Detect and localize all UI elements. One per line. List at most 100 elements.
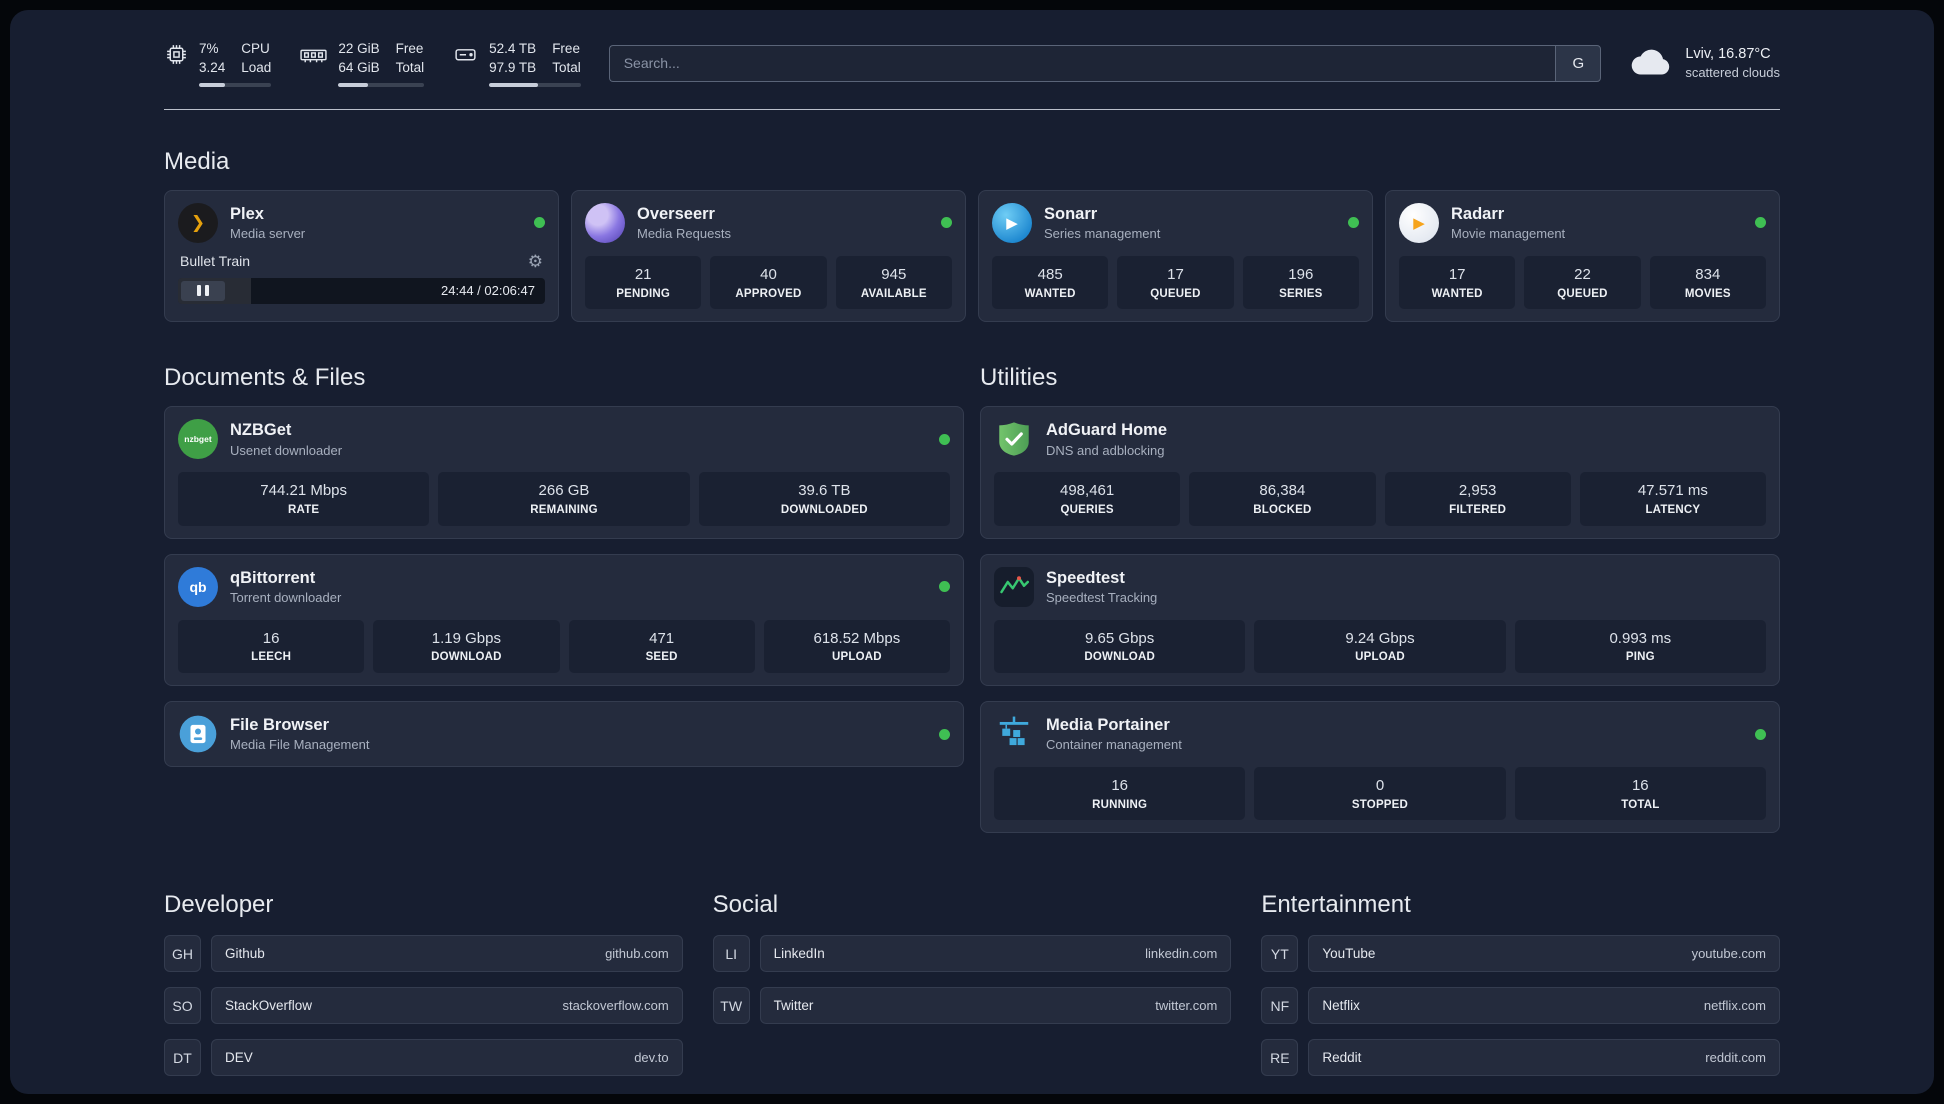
app-subtitle: Speedtest Tracking — [1046, 589, 1158, 605]
cpu-widget: 7% 3.24 CPU Load — [164, 40, 272, 87]
bookmark-row-github: GH Github github.com — [164, 935, 683, 973]
app-name: Plex — [230, 204, 264, 223]
stat-tile: 9.24 Gbps UPLOAD — [1254, 619, 1506, 674]
disk-free-value: 52.4 TB — [489, 41, 537, 56]
app-card-nzbget[interactable]: nzbget NZBGet Usenet downloader 744.21 M… — [164, 406, 964, 539]
stat-tile: 485 WANTED — [992, 255, 1109, 310]
bookmark-link-dev[interactable]: DEV dev.to — [211, 1039, 683, 1077]
search-bar: G — [608, 44, 1602, 82]
app-subtitle: Usenet downloader — [230, 442, 343, 458]
section-title-media: Media — [164, 147, 230, 175]
bookmark-link-netflix[interactable]: Netflix netflix.com — [1308, 987, 1780, 1025]
twitter-icon[interactable]: TW — [712, 987, 750, 1025]
app-card-overseerr[interactable]: Overseerr Media Requests 21 PENDING 40 A… — [571, 189, 966, 323]
app-card-plex[interactable]: ❯ Plex Media server Bullet Train ⚙ 24:44… — [164, 189, 559, 323]
pause-button[interactable] — [181, 280, 225, 301]
app-subtitle: Media Requests — [637, 226, 731, 242]
weather-condition: scattered clouds — [1685, 65, 1780, 81]
stat-tile: 0.993 ms PING — [1514, 619, 1766, 674]
stat-tile: 40 APPROVED — [710, 255, 827, 310]
now-playing-title: Bullet Train — [180, 253, 251, 270]
bookmark-link-github[interactable]: Github github.com — [211, 935, 683, 973]
stat-tile: 21 PENDING — [585, 255, 702, 310]
section-title-utilities: Utilities — [980, 364, 1058, 392]
ram-widget: 22 GiB 64 GiB Free Total — [299, 40, 425, 87]
search-input[interactable] — [608, 44, 1556, 82]
stat-tile: 834 MOVIES — [1649, 255, 1766, 310]
app-card-speedtest[interactable]: Speedtest Speedtest Tracking 9.65 Gbps D… — [980, 553, 1780, 687]
bookmark-row-twitter: TW Twitter twitter.com — [712, 987, 1232, 1025]
stat-tile: 266 GB REMAINING — [438, 472, 690, 526]
app-subtitle: Movie management — [1451, 226, 1566, 242]
cpu-percent: 7% — [199, 41, 219, 56]
ram-icon — [299, 42, 328, 72]
status-dot — [941, 217, 952, 229]
bookmark-group-title-entertainment: Entertainment — [1261, 891, 1411, 919]
app-name: Radarr — [1451, 204, 1505, 223]
stat-tile: 618.52 Mbps UPLOAD — [763, 619, 950, 674]
reddit-icon[interactable]: RE — [1261, 1039, 1299, 1077]
netflix-icon[interactable]: NF — [1261, 987, 1299, 1025]
gear-icon[interactable]: ⚙ — [528, 253, 543, 270]
status-dot — [1348, 217, 1359, 229]
dev-icon[interactable]: DT — [164, 1039, 201, 1077]
stat-tile: 945 AVAILABLE — [835, 255, 952, 310]
bookmark-link-twitter[interactable]: Twitter twitter.com — [759, 987, 1232, 1025]
app-name: qBittorrent — [230, 568, 316, 587]
app-card-adguard[interactable]: AdGuard Home DNS and adblocking 498,461 … — [980, 406, 1780, 539]
bookmark-link-youtube[interactable]: YouTube youtube.com — [1308, 935, 1780, 973]
status-dot — [1755, 728, 1766, 740]
playback-time: 24:44 / 02:06:47 — [441, 283, 535, 299]
section-title-documents: Documents & Files — [164, 364, 366, 392]
topbar-divider — [164, 108, 1780, 110]
app-name: File Browser — [230, 716, 330, 735]
bookmark-group-title-social: Social — [712, 891, 779, 919]
bookmark-link-reddit[interactable]: Reddit reddit.com — [1308, 1039, 1780, 1077]
plex-now-playing: Bullet Train ⚙ 24:44 / 02:06:47 — [178, 253, 545, 304]
app-name: Media Portainer — [1046, 716, 1170, 735]
stat-tile: 744.21 Mbps RATE — [178, 472, 430, 526]
app-card-qbittorrent[interactable]: qb qBittorrent Torrent downloader 16 LEE… — [164, 553, 964, 687]
cpu-icon — [164, 42, 189, 72]
stat-tile: 1.19 Gbps DOWNLOAD — [373, 619, 560, 674]
status-dot — [939, 581, 950, 593]
bookmark-group-title-developer: Developer — [164, 891, 274, 919]
app-name: Speedtest — [1046, 568, 1125, 587]
stat-tile: 17 QUEUED — [1117, 255, 1234, 310]
linkedin-icon[interactable]: LI — [712, 935, 750, 973]
status-dot — [1755, 217, 1766, 229]
bookmark-link-stackoverflow[interactable]: StackOverflow stackoverflow.com — [211, 987, 683, 1025]
disk-icon — [452, 42, 479, 72]
stat-tile: 498,461 QUERIES — [994, 472, 1181, 526]
search-engine-button[interactable]: G — [1555, 44, 1602, 82]
stat-tile: 22 QUEUED — [1524, 255, 1641, 310]
stat-tile: 47.571 ms LATENCY — [1579, 472, 1766, 526]
status-dot — [939, 728, 950, 740]
stat-tile: 86,384 BLOCKED — [1189, 472, 1376, 526]
ram-total-label: Total — [395, 59, 425, 75]
disk-usage-bar — [489, 82, 581, 87]
stackoverflow-icon[interactable]: SO — [164, 987, 201, 1025]
github-icon[interactable]: GH — [164, 935, 201, 973]
app-name: Sonarr — [1044, 204, 1098, 223]
app-subtitle: Series management — [1044, 226, 1161, 242]
bookmark-row-stackoverflow: SO StackOverflow stackoverflow.com — [164, 987, 683, 1025]
app-card-filebrowser[interactable]: File Browser Media File Management — [164, 701, 964, 768]
bookmarks-section: Developer GH Github github.com SO StackO… — [164, 891, 1780, 1077]
app-card-radarr[interactable]: ▶ Radarr Movie management 17 WANTED 22 Q… — [1385, 189, 1780, 323]
bookmark-row-netflix: NF Netflix netflix.com — [1261, 987, 1780, 1025]
disk-free-label: Free — [552, 41, 580, 56]
app-subtitle: Torrent downloader — [230, 589, 342, 605]
stat-tile: 16 LEECH — [178, 619, 365, 674]
bookmark-row-youtube: YT YouTube youtube.com — [1261, 935, 1780, 973]
cpu-usage-bar — [199, 82, 272, 87]
app-card-sonarr[interactable]: ▶ Sonarr Series management 485 WANTED 17… — [978, 189, 1373, 323]
bookmark-link-linkedin[interactable]: LinkedIn linkedin.com — [759, 935, 1232, 973]
seek-bar[interactable]: 24:44 / 02:06:47 — [178, 277, 545, 304]
app-card-portainer[interactable]: Media Portainer Container management 16 … — [980, 701, 1780, 834]
youtube-icon[interactable]: YT — [1261, 935, 1299, 973]
app-name: AdGuard Home — [1046, 421, 1168, 440]
radarr-icon: ▶ — [1399, 202, 1439, 243]
status-dot — [534, 217, 545, 229]
ram-free-label: Free — [395, 41, 424, 56]
